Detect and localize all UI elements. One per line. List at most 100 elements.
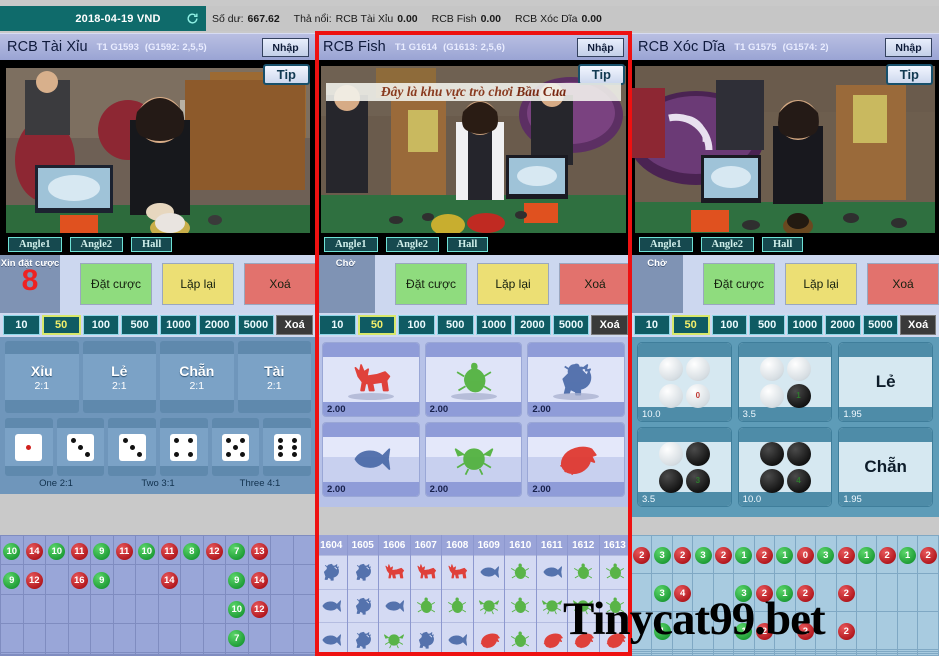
- shrimp-icon: [536, 622, 567, 656]
- angle2-button-fish[interactable]: Angle2: [385, 236, 439, 252]
- result-ball: 10: [3, 542, 21, 560]
- baucua-bet-fish[interactable]: 2.00: [322, 422, 420, 497]
- chip-1000-taixiu[interactable]: 1000: [160, 315, 197, 335]
- chip-5000-xocdia[interactable]: 5000: [862, 315, 899, 335]
- xocdia-bet-chan[interactable]: Chẵn 1.95: [838, 427, 934, 507]
- xocdia-bet-4w0b[interactable]: 0 10.0: [637, 342, 732, 422]
- clear-bet-button-fish[interactable]: Xoá: [559, 263, 631, 305]
- bet-option-le[interactable]: Lẻ 2:1: [82, 341, 156, 413]
- chip-1000-xocdia[interactable]: 1000: [787, 315, 823, 335]
- chip-100-xocdia[interactable]: 100: [711, 315, 748, 335]
- chip-500-xocdia[interactable]: 500: [749, 315, 785, 335]
- chip-50-fish[interactable]: 50: [357, 315, 397, 335]
- chip-clear-taixiu[interactable]: Xoá: [276, 315, 313, 335]
- clear-bet-button-taixiu[interactable]: Xoá: [244, 263, 316, 305]
- video-feed-taixiu[interactable]: Tip Angle1 Angle2 Hall: [0, 60, 316, 255]
- tip-button-fish[interactable]: Tip: [577, 64, 625, 85]
- chip-50-taixiu[interactable]: 50: [41, 315, 81, 335]
- repeat-bet-button-xocdia[interactable]: Lặp lại: [785, 263, 857, 305]
- bet-option-chan[interactable]: Chẵn 2:1: [160, 341, 234, 413]
- history-cell: [855, 573, 878, 613]
- angle2-button-taixiu[interactable]: Angle2: [69, 236, 123, 252]
- bet-option-xiu[interactable]: Xỉu 2:1: [5, 341, 79, 413]
- xocdia-bet-1w3b[interactable]: 3 3.5: [637, 427, 732, 507]
- fish-icon: [316, 588, 347, 623]
- history-cell: 11: [157, 535, 181, 566]
- chip-clear-xocdia[interactable]: Xoá: [900, 315, 936, 335]
- repeat-bet-button-fish[interactable]: Lặp lại: [477, 263, 549, 305]
- angle1-button-taixiu[interactable]: Angle1: [8, 236, 62, 252]
- panel-prev-taixiu: (G1592: 2,5,5): [144, 41, 207, 53]
- baucua-bet-shrimp[interactable]: 2.00: [527, 422, 626, 497]
- chip-2000-xocdia[interactable]: 2000: [824, 315, 861, 335]
- enter-button-xocdia[interactable]: Nhập: [885, 38, 932, 57]
- chip-2000-taixiu[interactable]: 2000: [198, 315, 236, 335]
- result-ball: 1: [735, 623, 753, 641]
- place-bet-button-fish[interactable]: Đặt cược: [395, 263, 467, 305]
- chip-100-taixiu[interactable]: 100: [82, 315, 120, 335]
- chip-500-taixiu[interactable]: 500: [121, 315, 158, 335]
- hall-button-xocdia[interactable]: Hall: [762, 236, 804, 252]
- baucua-bet-rooster[interactable]: 2.00: [527, 342, 626, 417]
- baucua-bet-crab[interactable]: 2.00: [424, 422, 523, 497]
- history-cell: [292, 535, 316, 566]
- tip-button-xocdia[interactable]: Tip: [885, 64, 933, 85]
- chip-10-taixiu[interactable]: 10: [3, 315, 40, 335]
- baucua-bet-gourd[interactable]: 2.00: [424, 342, 523, 417]
- chip-50-xocdia[interactable]: 50: [671, 315, 710, 335]
- video-feed-fish[interactable]: Tip Đây là khu vực trò chơi Bầu Cua Angl…: [316, 60, 631, 255]
- chip-10-fish[interactable]: 10: [319, 315, 356, 335]
- gourd-icon: [568, 555, 599, 589]
- refresh-button[interactable]: [178, 6, 206, 31]
- place-bet-button-taixiu[interactable]: Đặt cược: [80, 263, 152, 305]
- dice-bet-1[interactable]: [5, 418, 53, 476]
- hall-button-taixiu[interactable]: Hall: [131, 236, 173, 252]
- history-cell: [247, 622, 271, 654]
- chip-2000-fish[interactable]: 2000: [514, 315, 551, 335]
- history-cell: 10: [135, 535, 159, 566]
- place-bet-button-xocdia[interactable]: Đặt cược: [703, 263, 775, 305]
- history-grid-taixiu[interactable]: 10 14 10 11 9 11 10 11 8 12 7 13 9 12 16 9 14 9 14 10 12 7: [0, 535, 316, 656]
- history-grid-fish[interactable]: 1604 1605 1606 1607 1608 1609 1610 1611 1612 1613: [316, 535, 631, 656]
- bet-option-tai[interactable]: Tài 2:1: [237, 341, 311, 413]
- topbar-info: Số dư: 667.62 Thả nổi: RCB Tài Xỉu 0.00 …: [206, 6, 939, 31]
- dice-bet-3[interactable]: [108, 418, 157, 476]
- xocdia-bet-le[interactable]: Lẻ 1.95: [838, 342, 934, 422]
- history-grid-xocdia[interactable]: 232321210321212343212211222: [631, 535, 939, 656]
- angle2-button-xocdia[interactable]: Angle2: [700, 236, 754, 252]
- xocdia-bet-0w4b[interactable]: 4 10.0: [737, 427, 833, 507]
- angle1-button-xocdia[interactable]: Angle1: [639, 236, 693, 252]
- clear-bet-button-xocdia[interactable]: Xoá: [867, 263, 939, 305]
- panel-round-xocdia: T1 G1575: [734, 41, 777, 53]
- chip-100-fish[interactable]: 100: [398, 315, 435, 335]
- rooster-icon: [347, 588, 378, 623]
- chip-500-fish[interactable]: 500: [436, 315, 474, 335]
- repeat-bet-button-taixiu[interactable]: Lặp lại: [162, 263, 234, 305]
- enter-button-fish[interactable]: Nhập: [577, 38, 624, 57]
- chip-1000-fish[interactable]: 1000: [475, 315, 513, 335]
- chip-10-xocdia[interactable]: 10: [634, 315, 670, 335]
- enter-button-taixiu[interactable]: Nhập: [262, 38, 309, 57]
- dice-bet-5[interactable]: [211, 418, 260, 476]
- floating-name-1: RCB Fish: [431, 12, 477, 25]
- action-area-fish: Đặt cược Lặp lại Xoá: [375, 255, 631, 313]
- history-cell: 2: [835, 611, 857, 651]
- hall-button-fish[interactable]: Hall: [447, 236, 489, 252]
- history-cell: [794, 653, 817, 656]
- result-ball: 0: [796, 547, 814, 565]
- chip-5000-fish[interactable]: 5000: [552, 315, 590, 335]
- dice-bet-4[interactable]: [160, 418, 208, 476]
- video-feed-xocdia[interactable]: Tip Angle1 Angle2 Hall: [631, 60, 939, 255]
- die-pip: [277, 444, 283, 450]
- history-cell: [651, 653, 673, 656]
- die-pip: [233, 444, 239, 450]
- baucua-bet-deer[interactable]: 2.00: [322, 342, 420, 417]
- chip-5000-taixiu[interactable]: 5000: [237, 315, 275, 335]
- tip-button-taixiu[interactable]: Tip: [262, 64, 310, 85]
- chip-clear-fish[interactable]: Xoá: [591, 315, 628, 335]
- angle1-button-fish[interactable]: Angle1: [324, 236, 378, 252]
- xocdia-bet-3w1b[interactable]: 1 3.5: [737, 342, 833, 422]
- dice-bet-3[interactable]: [56, 418, 105, 476]
- status-label-xocdia: Chờ: [647, 258, 667, 269]
- dice-bet-6[interactable]: [263, 418, 312, 476]
